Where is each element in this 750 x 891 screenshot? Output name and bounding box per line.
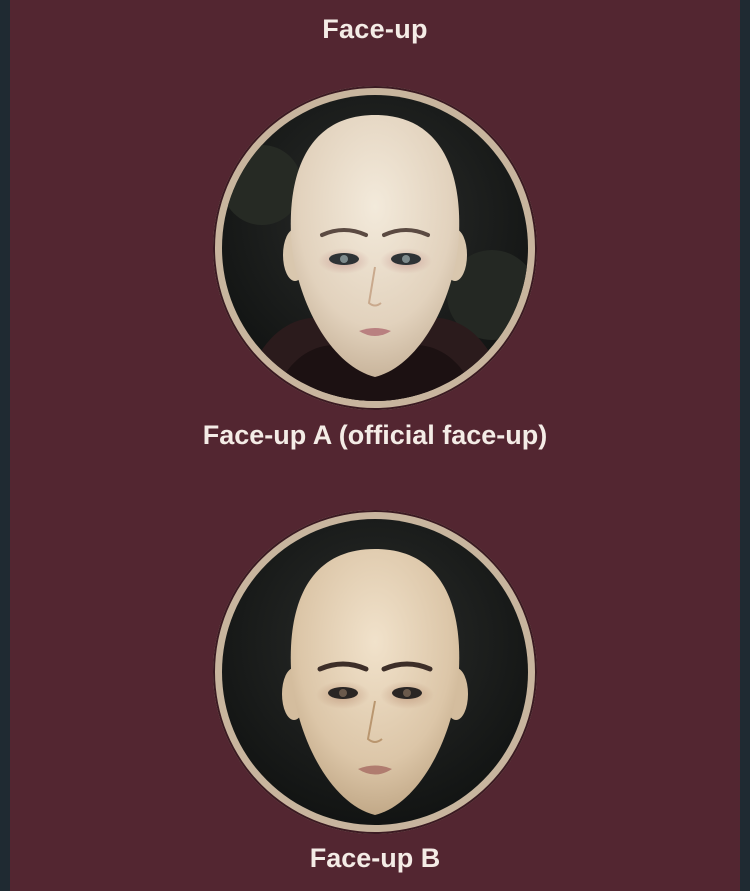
- faceup-b-caption: Face-up B: [309, 843, 441, 873]
- faceup-section: Face-up Face-up A (official face-up) Fac…: [10, 0, 740, 891]
- faceup-a-frame: [213, 86, 537, 410]
- doll-head-b-illustration: [282, 549, 468, 815]
- section-title: Face-up: [322, 14, 428, 44]
- faceup-a-image: [222, 95, 528, 401]
- faceup-b-frame: [213, 510, 537, 834]
- faceup-b-image: [222, 519, 528, 825]
- faceup-a-caption: Face-up A (official face-up): [202, 420, 548, 450]
- doll-head-a-illustration: [222, 115, 528, 401]
